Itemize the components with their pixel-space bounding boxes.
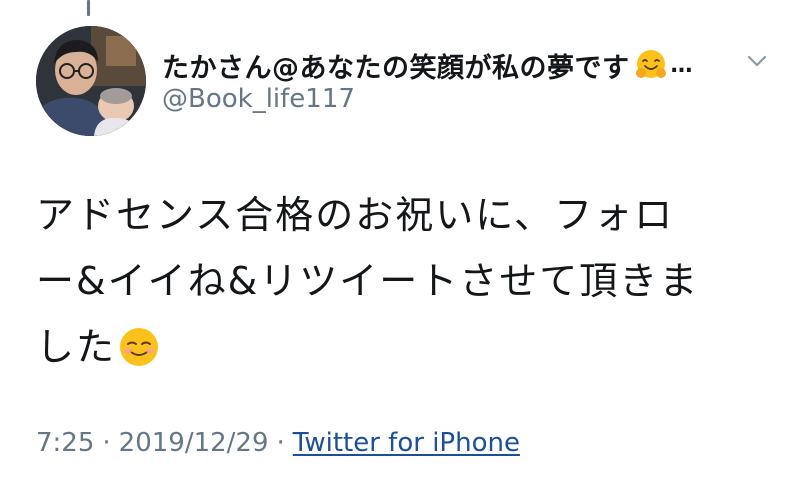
tweet-date: 2019/12/29 [118, 428, 269, 458]
tweet-text-line-last: した [36, 314, 786, 380]
name-truncation: … [670, 52, 693, 78]
author-display-name[interactable]: たかさん@あなたの笑顔が私の夢です [162, 46, 630, 85]
hugging-face-emoji-icon [635, 50, 666, 78]
author-name-row[interactable]: たかさん@あなたの笑顔が私の夢です … [162, 42, 782, 88]
tweet-body: アドセンス合格のお祝いに、フォロ ー&イイね&リツイートさせて頂きま した [36, 182, 786, 380]
tweet-time: 7:25 [36, 428, 95, 458]
avatar[interactable] [36, 26, 146, 136]
meta-separator: · [276, 428, 285, 458]
tweet-text-line: ー&イイね&リツイートさせて頂きま [36, 259, 700, 303]
author-handle[interactable]: @Book_life117 [162, 84, 355, 114]
tweet-detail: たかさん@あなたの笑顔が私の夢です … @Book_life117 アドセンス合… [0, 0, 800, 478]
tweet-text-fragment: した [36, 325, 117, 369]
smiling-face-emoji-icon [120, 328, 159, 366]
meta-separator: · [102, 428, 111, 458]
tweet-text-line: アドセンス合格のお祝いに、フォロ [36, 193, 675, 237]
tweet-source-link[interactable]: Twitter for iPhone [293, 428, 520, 458]
tweet-metadata: 7:25 · 2019/12/29 · Twitter for iPhone [36, 428, 520, 458]
avatar-photo-icon [36, 26, 146, 136]
thread-connector-line [87, 0, 90, 16]
chevron-down-icon[interactable] [744, 48, 770, 74]
